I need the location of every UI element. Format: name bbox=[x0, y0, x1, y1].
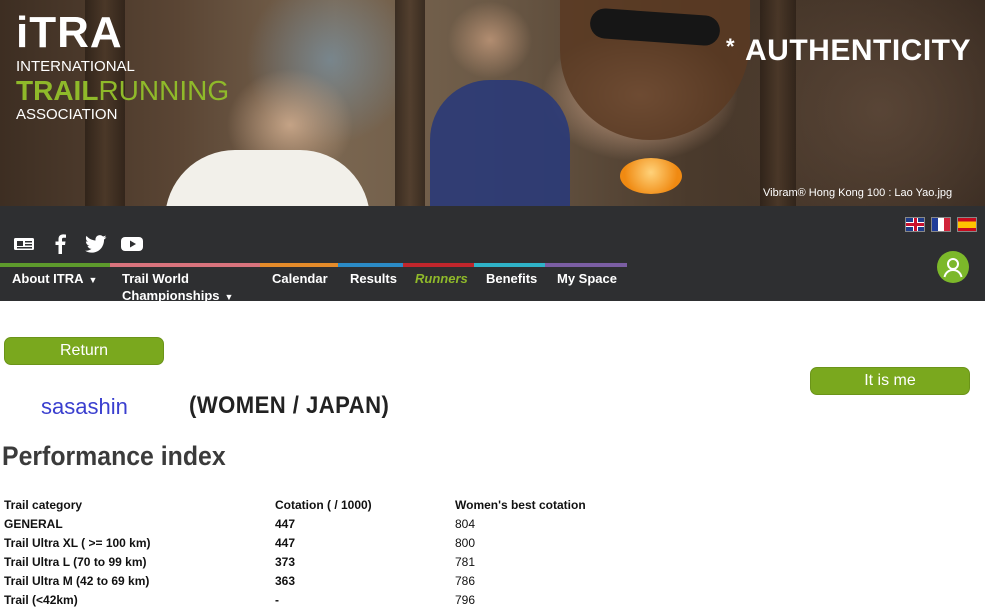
performance-index-title: Performance index bbox=[2, 441, 226, 471]
row-best: 781 bbox=[455, 554, 476, 569]
row-best: 796 bbox=[455, 592, 476, 607]
row-category: Trail Ultra XL ( >= 100 km) bbox=[4, 535, 151, 550]
runner-gender-country: (WOMEN / JAPAN) bbox=[189, 392, 390, 419]
row-cotation: 363 bbox=[275, 571, 455, 590]
logo-line-trailrunning: TRAILRUNNING bbox=[16, 76, 229, 106]
row-cotation: 373 bbox=[275, 552, 455, 571]
nav-trail-world-championships[interactable]: Trail World Championships ▼ bbox=[110, 263, 272, 306]
banner-photo-runner bbox=[165, 150, 370, 206]
it-is-me-button[interactable]: It is me bbox=[810, 367, 970, 395]
spanish-flag-icon[interactable] bbox=[957, 217, 977, 232]
row-cotation-value: 373 bbox=[275, 554, 296, 569]
table-header-row: Trail category Cotation ( / 1000) Women'… bbox=[4, 495, 655, 514]
table-row: GENERAL 447 804 bbox=[4, 514, 655, 533]
nav-about-itra[interactable]: About ITRA ▼ bbox=[0, 263, 122, 306]
nav-trail-world-label-line2: Championships bbox=[122, 288, 220, 303]
header-banner: iTRA INTERNATIONAL TRAILRUNNING ASSOCIAT… bbox=[0, 0, 985, 206]
logo-trail-word: TRAIL bbox=[16, 75, 99, 106]
twitter-icon[interactable] bbox=[84, 234, 108, 254]
header-trail-category: Trail category bbox=[4, 497, 83, 512]
youtube-icon[interactable] bbox=[120, 234, 144, 254]
table-row: Trail Ultra M (42 to 69 km) 363 786 bbox=[4, 571, 655, 590]
chevron-down-icon: ▼ bbox=[224, 292, 234, 302]
banner-slogan: * AUTHENTICITY bbox=[726, 34, 971, 68]
row-best: 786 bbox=[455, 573, 476, 588]
row-cotation: 447 bbox=[275, 514, 455, 533]
banner-photo-tree bbox=[760, 0, 796, 206]
row-cotation-value: 447 bbox=[275, 516, 296, 531]
runner-name: sasashin bbox=[41, 394, 128, 419]
main-menu: About ITRA ▼ Trail World Championships ▼ Ca… bbox=[0, 263, 627, 306]
row-cotation: - bbox=[275, 590, 455, 609]
table-row: Trail (<42km) - 796 bbox=[4, 590, 655, 609]
row-cotation: 447 bbox=[275, 533, 455, 552]
row-cotation-value: 447 bbox=[275, 535, 296, 550]
itra-logo[interactable]: iTRA INTERNATIONAL TRAILRUNNING ASSOCIAT… bbox=[16, 8, 229, 124]
facebook-icon[interactable] bbox=[48, 234, 72, 254]
banner-photo-runner bbox=[430, 80, 570, 206]
row-cotation-value: 363 bbox=[275, 573, 296, 588]
logo-line-association: ASSOCIATION bbox=[16, 106, 118, 123]
table-row: Trail Ultra L (70 to 99 km) 373 781 bbox=[4, 552, 655, 571]
header-cotation: Cotation ( / 1000) bbox=[275, 497, 372, 512]
user-account-icon[interactable] bbox=[937, 251, 969, 283]
nav-results[interactable]: Results bbox=[338, 263, 415, 306]
banner-caption: Vibram® Hong Kong 100 : Lao Yao.jpg bbox=[763, 187, 953, 199]
logo-line-international: INTERNATIONAL bbox=[16, 58, 135, 75]
row-category: Trail Ultra L (70 to 99 km) bbox=[4, 554, 147, 569]
row-category: Trail (<42km) bbox=[4, 592, 78, 607]
language-selector bbox=[905, 217, 977, 232]
banner-photo-orange bbox=[620, 158, 682, 194]
logo-mark: iTRA bbox=[16, 8, 123, 57]
header-womens-best: Women's best cotation bbox=[455, 497, 586, 512]
nav-trail-world-label-line1: Trail World bbox=[122, 271, 189, 286]
row-category: GENERAL bbox=[4, 516, 63, 531]
row-best: 804 bbox=[455, 516, 476, 531]
main-navbar: About ITRA ▼ Trail World Championships ▼ Ca… bbox=[0, 206, 985, 303]
performance-table: Trail category Cotation ( / 1000) Women'… bbox=[4, 495, 655, 609]
slogan-text: AUTHENTICITY bbox=[745, 34, 971, 67]
banner-photo-tree bbox=[395, 0, 425, 206]
nav-about-label: About ITRA bbox=[12, 271, 84, 286]
english-flag-icon[interactable] bbox=[905, 217, 925, 232]
row-category: Trail Ultra M (42 to 69 km) bbox=[4, 573, 150, 588]
return-button[interactable]: Return bbox=[4, 337, 164, 365]
french-flag-icon[interactable] bbox=[931, 217, 951, 232]
logo-running-word: RUNNING bbox=[98, 75, 230, 106]
news-icon[interactable] bbox=[12, 234, 36, 254]
nav-benefits[interactable]: Benefits bbox=[474, 263, 557, 306]
nav-my-space[interactable]: My Space bbox=[545, 263, 627, 306]
social-links bbox=[12, 234, 144, 254]
row-cotation-value: - bbox=[275, 592, 279, 607]
table-row: Trail Ultra XL ( >= 100 km) 447 800 bbox=[4, 533, 655, 552]
chevron-down-icon: ▼ bbox=[88, 275, 98, 285]
row-best: 800 bbox=[455, 535, 476, 550]
nav-calendar[interactable]: Calendar bbox=[260, 263, 350, 306]
nav-runners[interactable]: Runners bbox=[403, 263, 486, 306]
slogan-star: * bbox=[725, 34, 735, 59]
